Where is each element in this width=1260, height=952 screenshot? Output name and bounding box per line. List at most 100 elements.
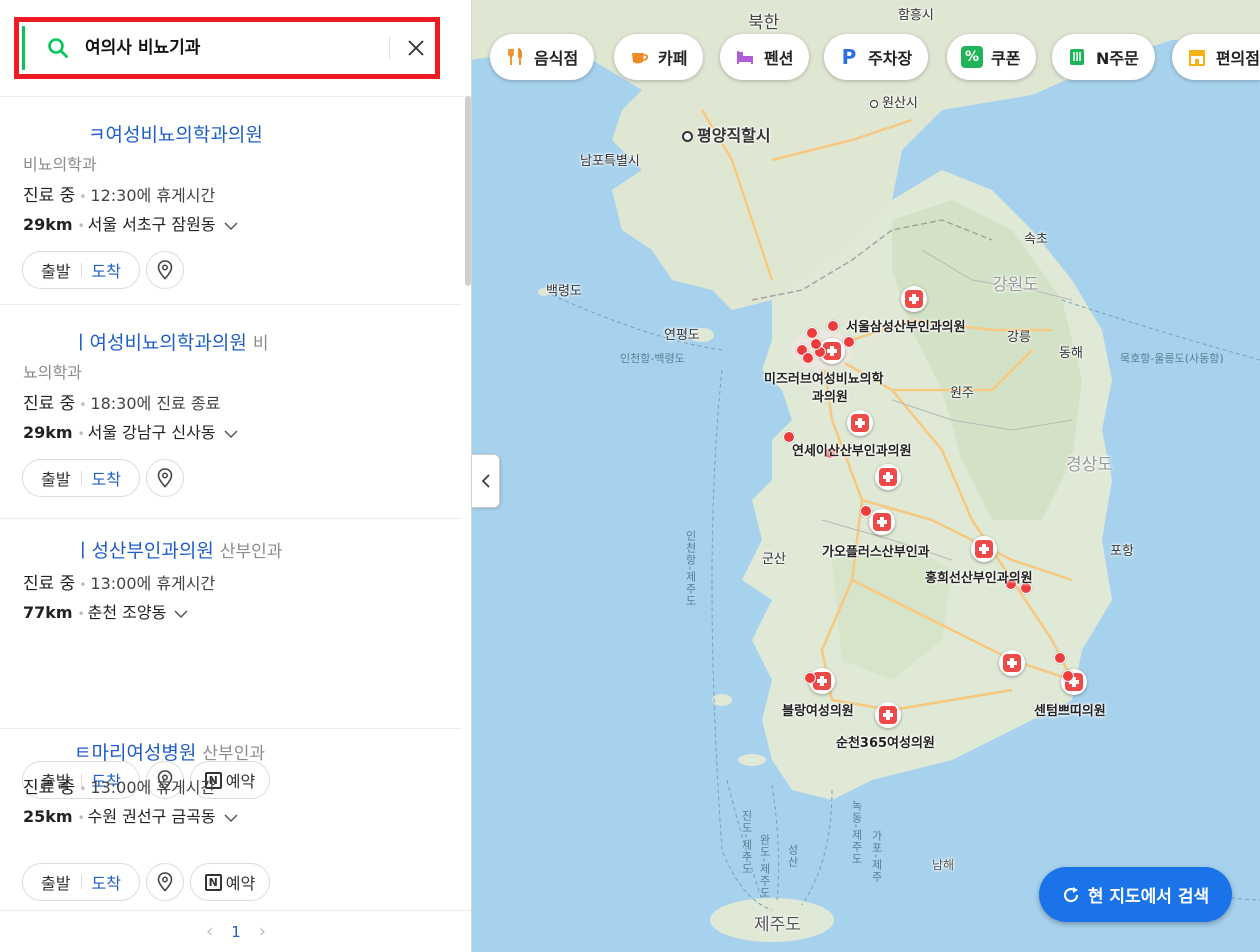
route-buttons: 출발 도착 (22, 459, 140, 497)
map-label-gyeongsang: 경상도 (1066, 455, 1113, 475)
map-pin-button[interactable] (146, 459, 184, 497)
list-item[interactable]: ㅌ마리여성병원 산부인과 진료 중 • 13:00에 휴게시간 25km • 수원 권선… (0, 723, 462, 931)
result-dot-marker[interactable] (843, 336, 855, 348)
chip-pension[interactable]: 펜션 (720, 34, 810, 80)
status-text: 진료 중 (23, 778, 76, 798)
result-dot-marker[interactable] (827, 320, 839, 332)
result-distance[interactable]: 29km • 서울 서초구 잠원동 (23, 211, 238, 235)
hospital-cross-icon (851, 414, 869, 432)
result-title[interactable]: ㅣ여성비뇨의학과의원 비 (72, 331, 269, 356)
list-item[interactable]: ㅋ여성비뇨의학과의원 비뇨의학과 진료 중 • 12:30에 휴게시간 29km • 서… (0, 97, 462, 305)
chip-convenience-store[interactable]: 편의점 (1172, 34, 1260, 80)
hospital-marker[interactable] (999, 650, 1025, 676)
hospital-marker[interactable] (869, 509, 895, 535)
result-title[interactable]: ㅣ성산부인과의원 산부인과 (74, 539, 282, 564)
chip-label: N주문 (1096, 49, 1139, 68)
hospital-label[interactable]: 가오플러스산부인과 (822, 541, 930, 560)
distance-value: 25km (23, 807, 73, 826)
hospital-label[interactable]: 블랑여성의원 (782, 700, 854, 719)
map-canvas[interactable] (472, 0, 1260, 952)
chevron-left-icon (481, 474, 490, 488)
distance-value: 29km (23, 215, 73, 234)
result-dot-marker[interactable] (802, 352, 814, 364)
arrive-button[interactable]: 도착 (92, 870, 121, 894)
hospital-label[interactable]: 과의원 (812, 386, 848, 405)
naver-booking-icon: N (204, 873, 222, 891)
map-label-hamheung: 함흥시 (898, 8, 934, 23)
chip-label: 카페 (658, 49, 688, 68)
page-prev-button[interactable]: ‹ (188, 921, 231, 942)
hospital-marker[interactable] (971, 536, 997, 562)
chip-n-order[interactable]: N주문 (1052, 34, 1155, 80)
hospital-label[interactable]: 미즈러브여성비뇨의학 (764, 368, 884, 387)
map-pin-button[interactable] (146, 251, 184, 289)
close-icon[interactable] (405, 37, 427, 59)
hospital-label[interactable]: 연세이산산부인과의원 (792, 440, 912, 459)
page-number[interactable]: 1 (231, 923, 241, 941)
result-distance[interactable]: 29km • 서울 강남구 신사동 (23, 419, 238, 443)
list-item[interactable]: ㅣ여성비뇨의학과의원 비 뇨의학과 진료 중 • 18:30에 진료 종료 29km… (0, 311, 462, 519)
result-distance[interactable]: 25km • 수원 권선구 금곡동 (23, 803, 238, 827)
hospital-label[interactable]: 순천365여성의원 (836, 732, 935, 751)
depart-button[interactable]: 출발 (41, 870, 70, 894)
hospital-marker[interactable] (901, 286, 927, 312)
chevron-down-icon[interactable] (174, 609, 188, 619)
result-title-text[interactable]: ㅌ마리여성병원 (74, 742, 196, 764)
map-pin-button[interactable] (146, 863, 184, 901)
result-title-text[interactable]: ㅣ여성비뇨의학과의원 (72, 332, 247, 354)
result-dot-marker[interactable] (1062, 670, 1074, 682)
hospital-marker[interactable] (875, 464, 901, 490)
map-view[interactable]: 북한 함흥시 원산시 평양직할시 남포특별시 속초 강원도 백령도 연평도 인천… (472, 0, 1260, 952)
search-this-area-button[interactable]: 현 지도에서 검색 (1039, 867, 1232, 922)
result-dot-marker[interactable] (804, 672, 816, 684)
chip-label: 음식점 (534, 49, 579, 68)
page-next-button[interactable]: › (241, 921, 284, 942)
chip-parking[interactable]: P 주차장 (824, 34, 929, 80)
arrive-button[interactable]: 도착 (92, 466, 121, 490)
list-item[interactable]: ㅣ성산부인과의원 산부인과 진료 중 • 13:00에 휴게시간 77km • 춘천 조… (0, 521, 462, 799)
map-pin-icon (157, 468, 173, 488)
arrive-button[interactable]: 도착 (92, 258, 121, 282)
chip-cafe[interactable]: 카페 (614, 34, 704, 80)
depart-button[interactable]: 출발 (41, 466, 70, 490)
hospital-label[interactable]: 센텀쁘띠의원 (1034, 700, 1106, 719)
map-pin-icon (157, 260, 173, 280)
map-label-sokcho: 속초 (1024, 232, 1048, 247)
map-label-yeonpyeong: 연평도 (664, 328, 700, 343)
chevron-down-icon[interactable] (224, 429, 238, 439)
result-title[interactable]: ㅋ여성비뇨의학과의원 (88, 123, 263, 147)
chevron-down-icon[interactable] (224, 221, 238, 231)
chip-coupon[interactable]: % 쿠폰 (947, 34, 1037, 80)
map-label-namhae: 남해 (932, 858, 955, 872)
hospital-marker[interactable] (875, 702, 901, 728)
address-text: 서울 서초구 잠원동 (87, 215, 216, 234)
chip-label: 편의점 (1215, 49, 1260, 68)
result-dot-marker[interactable] (860, 505, 872, 517)
map-label-nampo: 남포특별시 (580, 154, 640, 169)
hospital-label[interactable]: 홍희선산부인과의원 (925, 567, 1033, 586)
result-title-text[interactable]: ㅣ성산부인과의원 (74, 540, 214, 562)
collapse-panel-button[interactable] (472, 454, 500, 508)
map-label-gangwon: 강원도 (992, 275, 1039, 295)
hospital-label[interactable]: 서울삼성산부인과의원 (846, 316, 966, 335)
hospital-marker[interactable] (847, 410, 873, 436)
search-box[interactable]: 여의사 비뇨기과 (14, 17, 440, 79)
results-scrollbar[interactable] (465, 96, 471, 286)
map-label-incheon-jeju-route: 인천항-제주도 (684, 530, 697, 607)
result-category: 뇨의학과 (23, 363, 82, 382)
status-detail: 18:30에 진료 종료 (90, 394, 221, 413)
reserve-button[interactable]: N 예약 (190, 863, 270, 901)
chevron-down-icon[interactable] (224, 813, 238, 823)
result-category: 비뇨의학과 (23, 155, 97, 174)
result-dot-marker[interactable] (810, 338, 822, 350)
depart-button[interactable]: 출발 (41, 258, 70, 282)
address-text: 수원 권선구 금곡동 (87, 807, 216, 826)
map-label-gapo-jeju-route: 가포-제주 (870, 830, 883, 883)
result-title[interactable]: ㅌ마리여성병원 산부인과 (74, 741, 265, 766)
chip-restaurant[interactable]: 음식점 (490, 34, 595, 80)
result-distance[interactable]: 77km • 춘천 조양동 (23, 599, 188, 623)
coupon-icon: % (961, 46, 983, 68)
hospital-cross-icon (975, 540, 993, 558)
result-dot-marker[interactable] (1054, 652, 1066, 664)
search-input[interactable]: 여의사 비뇨기과 (85, 35, 200, 61)
